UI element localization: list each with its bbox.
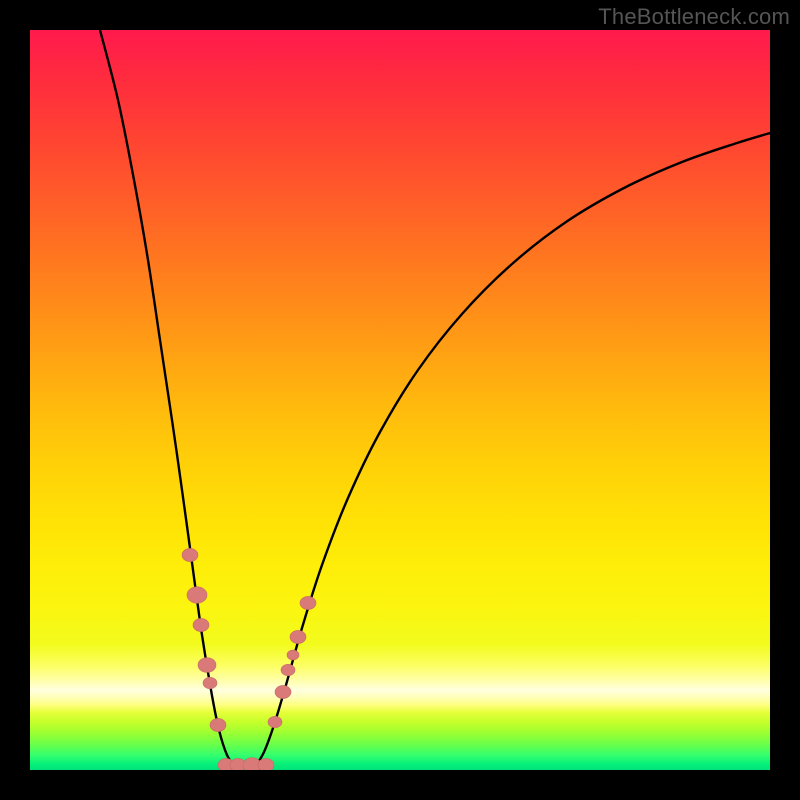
highlight-dot bbox=[281, 664, 295, 675]
highlight-dot bbox=[258, 758, 274, 770]
highlight-dot bbox=[275, 685, 291, 698]
curve-layer bbox=[30, 30, 770, 770]
chart-frame: TheBottleneck.com bbox=[0, 0, 800, 800]
highlight-dot bbox=[210, 718, 226, 731]
highlight-dot bbox=[198, 658, 216, 673]
highlight-dot bbox=[187, 587, 207, 603]
highlight-dot bbox=[203, 677, 217, 688]
highlight-dot bbox=[287, 650, 299, 660]
highlight-dot bbox=[290, 630, 306, 643]
bottleneck-curve bbox=[100, 30, 770, 768]
highlight-dot bbox=[182, 548, 198, 561]
highlight-dot bbox=[193, 618, 209, 631]
watermark-text: TheBottleneck.com bbox=[598, 4, 790, 30]
highlight-dot bbox=[300, 596, 316, 609]
highlight-dot bbox=[268, 716, 282, 727]
highlight-dots bbox=[182, 548, 316, 770]
plot-area bbox=[30, 30, 770, 770]
